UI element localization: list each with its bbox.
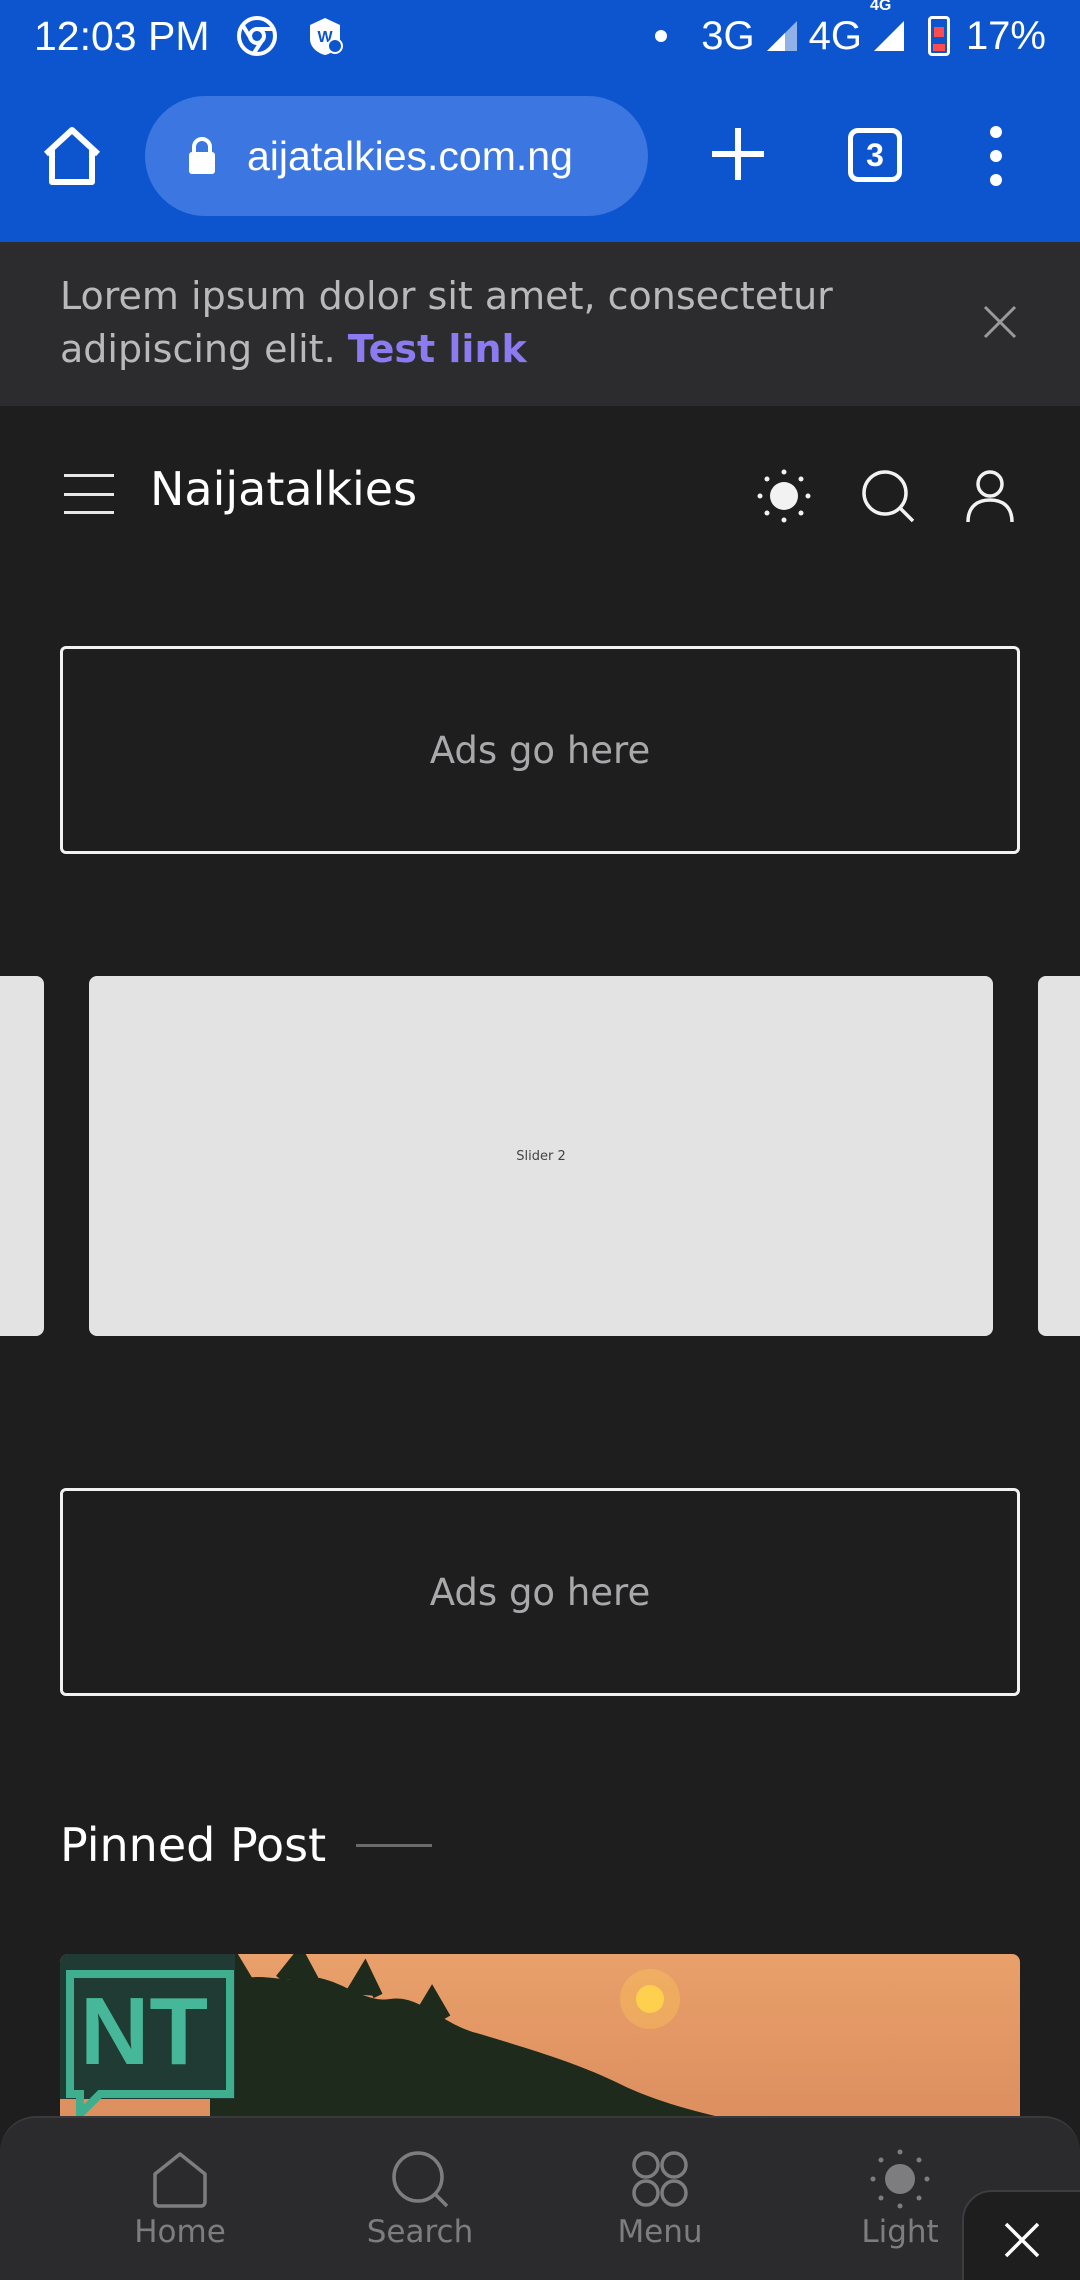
close-icon [1004, 2222, 1040, 2258]
tab-switcher-button[interactable]: 3 [848, 128, 902, 182]
search-icon [392, 2151, 449, 2208]
ad-label: Ads go here [429, 728, 651, 772]
theme-toggle-sun-icon[interactable] [756, 468, 812, 524]
battery-percent: 17% [965, 13, 1046, 58]
network-4g-label: 4G [808, 13, 862, 58]
ad-label: Ads go here [429, 1570, 651, 1614]
nav-search-label: Search [366, 2214, 474, 2250]
hamburger-menu-icon[interactable] [64, 474, 114, 514]
address-bar[interactable]: aijatalkies.com.ng [145, 96, 648, 216]
battery-icon [927, 16, 950, 56]
site-header: Naijatalkies [0, 406, 1080, 586]
network-3g-label: 3G [701, 13, 755, 58]
nav-menu-label: Menu [617, 2214, 703, 2250]
search-icon[interactable] [860, 468, 916, 524]
announcement-bar: Lorem ipsum dolor sit amet, consectetur … [0, 242, 1080, 406]
nav-home-label: Home [134, 2214, 226, 2250]
lock-icon [187, 136, 217, 176]
notification-dot [655, 30, 668, 42]
slider-current-slide[interactable]: Slider 2 [89, 976, 993, 1336]
section-title-text: Pinned Post [60, 1818, 327, 1872]
announcement-link[interactable]: Test link [348, 327, 527, 371]
site-title[interactable]: Naijatalkies [150, 462, 417, 516]
network-4g-sup: 4G [869, 0, 892, 14]
url-text: aijatalkies.com.ng [247, 132, 573, 179]
status-time: 12:03 PM [34, 12, 210, 59]
close-bottom-nav-button[interactable] [962, 2190, 1080, 2280]
status-bar: 12:03 PM W 3G 4G 4G 17% [0, 0, 1080, 72]
nav-home[interactable]: Home [100, 2148, 260, 2250]
more-options-icon[interactable] [982, 126, 1010, 186]
signal-icon-4g: 4G [870, 0, 906, 53]
new-tab-button[interactable] [708, 124, 768, 184]
tab-count: 3 [866, 136, 884, 173]
notification-app-icon: W [304, 15, 346, 57]
home-icon [153, 2152, 207, 2208]
slider-next-slide[interactable] [1038, 976, 1080, 1336]
ad-placeholder-top[interactable]: Ads go here [60, 646, 1020, 854]
nav-light-label: Light [861, 2214, 939, 2250]
section-divider [356, 1843, 433, 1847]
slide-label: Slider 2 [516, 1148, 566, 1164]
ad-placeholder-bottom[interactable]: Ads go here [60, 1488, 1020, 1696]
svg-text:NT: NT [80, 1978, 208, 2085]
pinned-post-heading: Pinned Post [60, 1818, 433, 1872]
nav-menu[interactable]: Menu [580, 2148, 740, 2250]
menu-grid-icon [632, 2151, 688, 2207]
slider-prev-slide[interactable] [0, 976, 44, 1336]
nav-search[interactable]: Search [340, 2148, 500, 2250]
signal-icon [765, 19, 799, 53]
user-account-icon[interactable] [962, 468, 1018, 524]
close-icon[interactable] [980, 302, 1020, 342]
bottom-navigation: Home Search Menu Light [0, 2116, 1080, 2280]
sun-icon [870, 2149, 930, 2209]
chrome-icon [236, 15, 278, 57]
browser-toolbar: aijatalkies.com.ng 3 [0, 72, 1080, 242]
nav-light[interactable]: Light [820, 2148, 980, 2250]
home-icon[interactable] [40, 124, 104, 188]
